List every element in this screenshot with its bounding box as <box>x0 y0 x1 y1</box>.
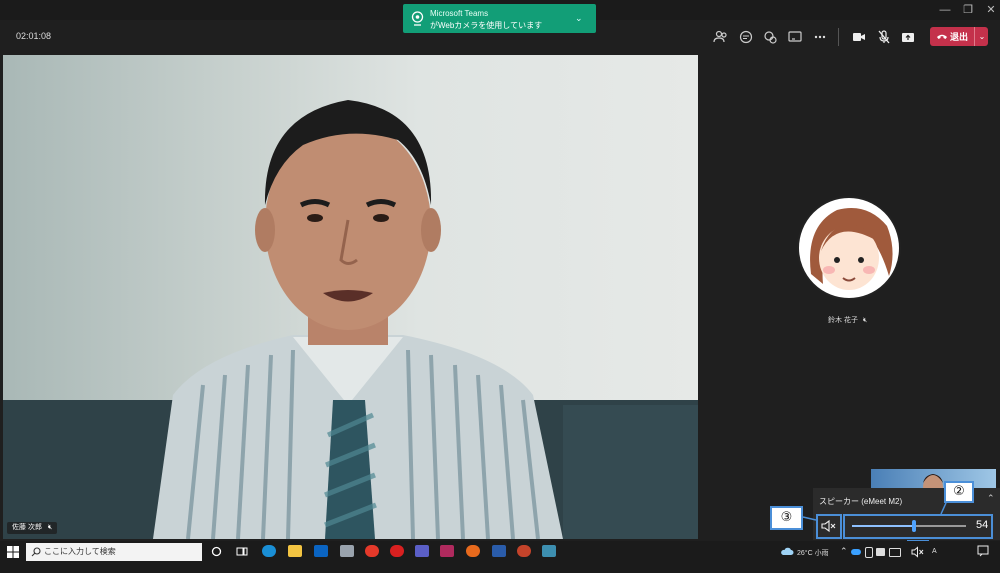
windows-start-icon[interactable] <box>7 546 19 558</box>
notification-center-icon[interactable] <box>977 545 989 557</box>
participant-name-label: 鈴木 花子 🔇︎ <box>828 315 867 325</box>
chevron-up-icon[interactable]: ⌃ <box>987 493 995 504</box>
onedrive-icon[interactable] <box>851 549 861 555</box>
toast-message: がWebカメラを使用しています <box>430 21 543 30</box>
annotation-callout-3: ③ <box>770 506 803 530</box>
restore-button[interactable]: ❐ <box>957 2 979 18</box>
leave-button[interactable]: 退出 ⌄ <box>930 27 988 46</box>
store-icon[interactable] <box>340 545 354 557</box>
ime-indicator[interactable]: A <box>932 548 937 555</box>
annotation-callout-2: ② <box>944 481 974 503</box>
share-icon[interactable] <box>898 27 918 47</box>
taskbar-search-box[interactable]: ここに入力して検索 <box>26 543 202 561</box>
outlook-icon[interactable] <box>314 545 328 557</box>
search-placeholder: ここに入力して検索 <box>44 547 116 556</box>
teams-icon[interactable] <box>415 545 429 557</box>
device-icon[interactable] <box>876 548 885 556</box>
mic-off-icon: 🔇︎ <box>47 524 53 531</box>
minimize-button[interactable]: — <box>934 2 956 18</box>
powerpoint-icon[interactable] <box>517 545 531 557</box>
weather-cloud-icon[interactable] <box>780 546 794 556</box>
media-player-icon[interactable] <box>390 545 404 557</box>
chrome-icon[interactable] <box>365 545 379 557</box>
more-icon[interactable] <box>810 27 830 47</box>
edge-icon[interactable] <box>262 545 276 557</box>
firefox-icon[interactable] <box>466 545 480 557</box>
participant-name: 佐藤 次郎 <box>12 524 42 531</box>
people-icon[interactable] <box>711 27 731 47</box>
participant-video-frame <box>3 100 698 539</box>
word-icon[interactable] <box>492 545 506 557</box>
phone-hangup-icon <box>937 34 947 39</box>
avatar[interactable] <box>797 196 901 300</box>
camera-icon[interactable] <box>849 27 869 47</box>
toolbar-divider <box>838 28 839 46</box>
weather-text[interactable]: 26°C 小雨 <box>797 548 829 558</box>
leave-label: 退出 <box>950 32 969 42</box>
main-participant-video <box>3 55 698 539</box>
task-view-icon[interactable] <box>236 546 248 557</box>
meeting-timer: 02:01:08 <box>16 31 52 41</box>
tray-speaker-muted-icon[interactable] <box>911 546 925 558</box>
cortana-icon[interactable] <box>211 546 222 557</box>
mic-icon[interactable] <box>865 547 873 558</box>
webcam-icon <box>411 11 424 26</box>
speaker-device-name: スピーカー (eMeet M2) <box>819 497 903 506</box>
app-icon[interactable] <box>440 545 454 557</box>
participant-name-label: 佐藤 次郎 🔇︎ <box>7 522 58 534</box>
chat-icon[interactable] <box>736 27 756 47</box>
app-icon[interactable] <box>542 545 556 557</box>
reactions-icon[interactable] <box>760 27 780 47</box>
annotation-box-mute <box>816 514 842 539</box>
mic-off-icon[interactable] <box>874 27 894 47</box>
annotation-box-slider <box>843 514 993 539</box>
chevron-down-icon[interactable]: ⌄ <box>575 13 583 24</box>
search-icon <box>31 547 41 557</box>
battery-icon[interactable] <box>889 548 901 557</box>
toast-app-name: Microsoft Teams <box>430 9 489 18</box>
share-screen-icon[interactable] <box>785 27 805 47</box>
close-window-button[interactable]: ✕ <box>980 2 1000 18</box>
file-explorer-icon[interactable] <box>288 545 302 557</box>
chevron-down-icon[interactable]: ⌄ <box>974 27 989 46</box>
mic-off-icon: 🔇︎ <box>862 317 868 324</box>
chevron-up-icon[interactable]: ⌃ <box>840 546 848 557</box>
participant-name: 鈴木 花子 <box>828 317 858 324</box>
webcam-notification-toast[interactable]: Microsoft Teams がWebカメラを使用しています ⌄ <box>403 4 596 33</box>
